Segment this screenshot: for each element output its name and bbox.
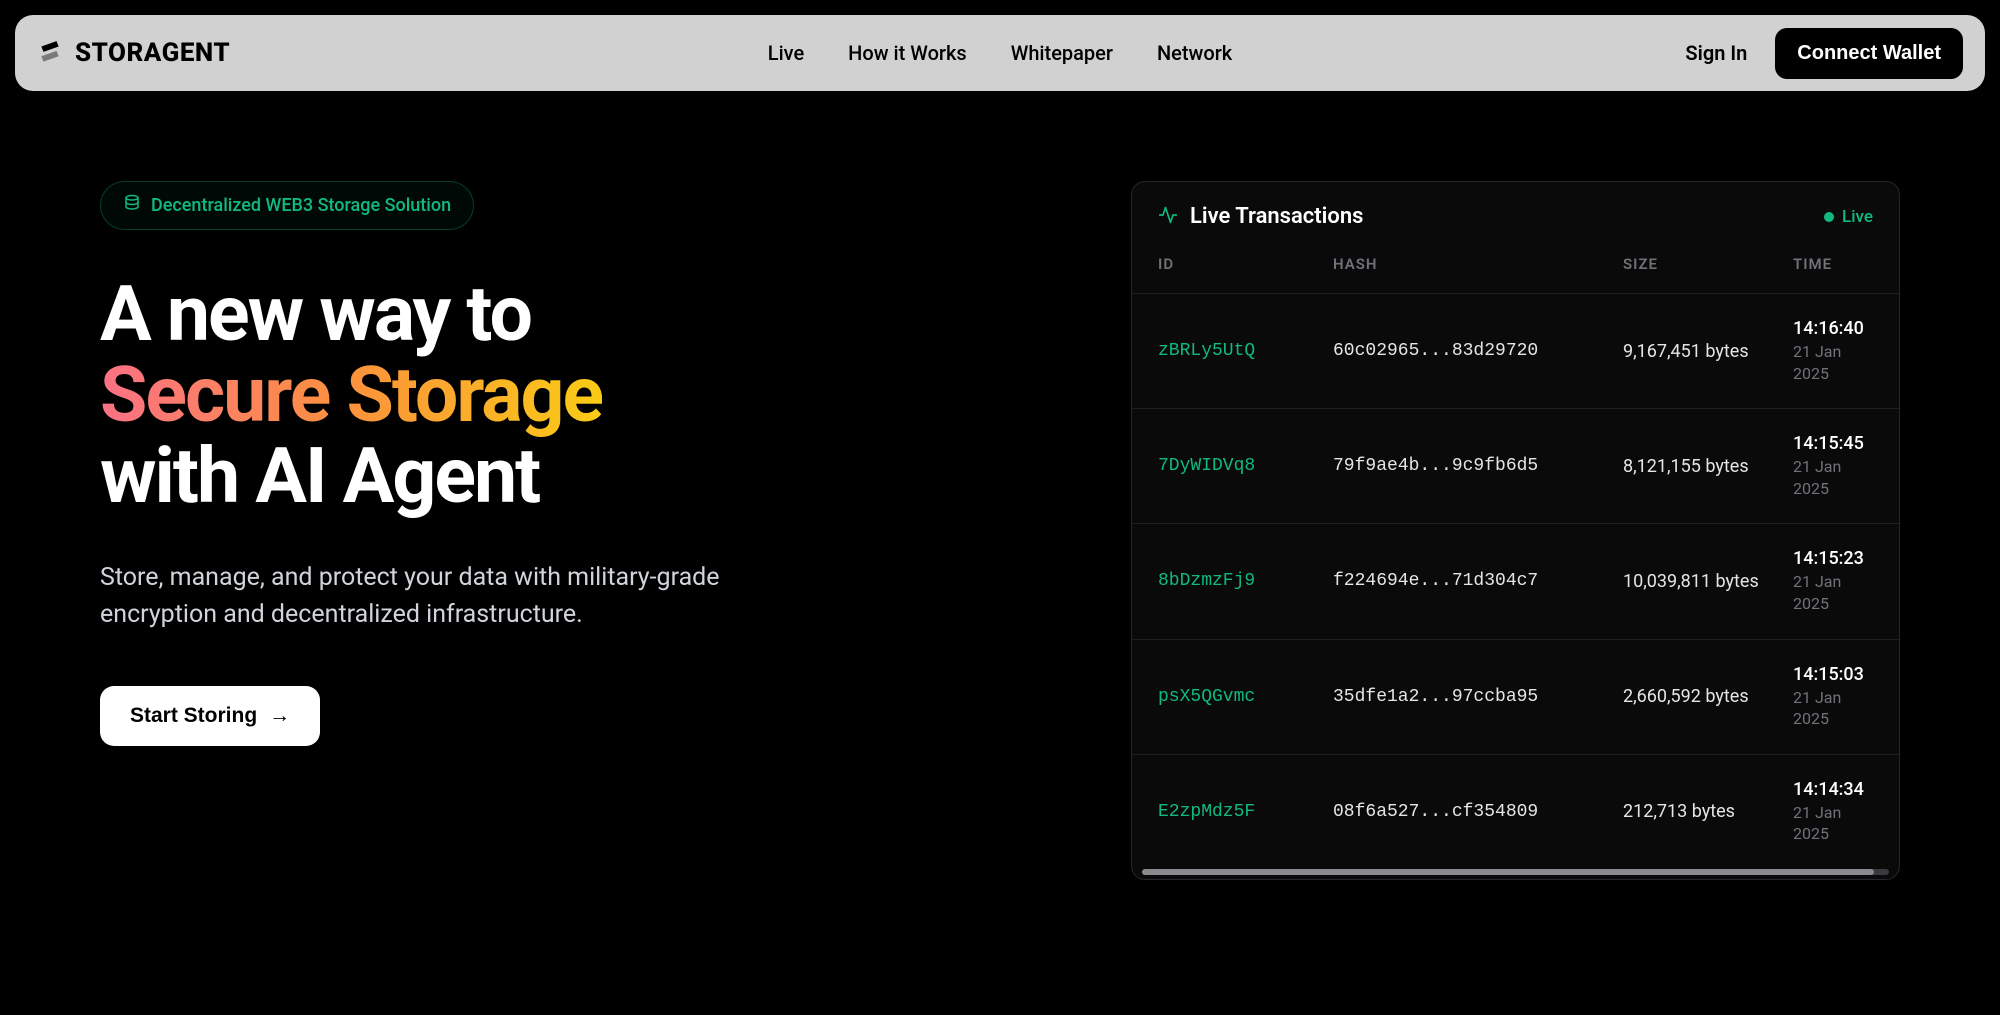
tx-hash: f224694e...71d304c7: [1333, 571, 1623, 591]
nav-whitepaper[interactable]: Whitepaper: [1011, 41, 1113, 65]
database-icon: [123, 194, 141, 217]
table-row[interactable]: psX5QGvmc 35dfe1a2...97ccba95 2,660,592 …: [1132, 639, 1899, 754]
headline-line-2: Secure Storage: [100, 350, 602, 440]
table-row[interactable]: 8bDzmzFj9 f224694e...71d304c7 10,039,811…: [1132, 523, 1899, 638]
tx-date-value: 21 Jan 2025: [1793, 802, 1873, 845]
headline-line-1: A new way to: [100, 269, 531, 359]
main: Decentralized WEB3 Storage Solution A ne…: [0, 91, 2000, 880]
tx-id: 8bDzmzFj9: [1158, 571, 1333, 591]
col-id: ID: [1158, 255, 1333, 273]
panel-title: Live Transactions: [1190, 204, 1363, 229]
tx-time: 14:16:40 21 Jan 2025: [1793, 318, 1873, 384]
tx-hash: 79f9ae4b...9c9fb6d5: [1333, 456, 1623, 476]
activity-icon: [1158, 205, 1178, 229]
tx-date-value: 21 Jan 2025: [1793, 456, 1873, 499]
tx-size: 9,167,451 bytes: [1623, 341, 1793, 362]
scrollbar-thumb[interactable]: [1142, 869, 1874, 875]
tx-hash: 08f6a527...cf354809: [1333, 802, 1623, 822]
hero-headline: A new way to Secure Storage with AI Agen…: [100, 274, 1071, 517]
tx-time-value: 14:15:45: [1793, 433, 1873, 454]
tx-size: 2,660,592 bytes: [1623, 686, 1793, 707]
sign-in-link[interactable]: Sign In: [1685, 41, 1747, 65]
hero-pill: Decentralized WEB3 Storage Solution: [100, 181, 474, 230]
tx-time-value: 14:14:34: [1793, 779, 1873, 800]
connect-wallet-button[interactable]: Connect Wallet: [1775, 28, 1963, 79]
nav-how-it-works[interactable]: How it Works: [848, 41, 967, 65]
header: STORAGENT Live How it Works Whitepaper N…: [15, 15, 1985, 91]
tx-id: E2zpMdz5F: [1158, 802, 1333, 822]
panel-header: Live Transactions Live: [1132, 182, 1899, 249]
col-hash: HASH: [1333, 255, 1623, 273]
hero-pill-text: Decentralized WEB3 Storage Solution: [151, 195, 451, 216]
tx-time: 14:15:03 21 Jan 2025: [1793, 664, 1873, 730]
tx-id: psX5QGvmc: [1158, 687, 1333, 707]
table-row[interactable]: E2zpMdz5F 08f6a527...cf354809 212,713 by…: [1132, 754, 1899, 869]
headline-line-3: with AI Agent: [100, 431, 539, 521]
tx-time: 14:14:34 21 Jan 2025: [1793, 779, 1873, 845]
tx-size: 212,713 bytes: [1623, 801, 1793, 822]
cta-label: Start Storing: [130, 704, 257, 728]
horizontal-scrollbar[interactable]: [1142, 869, 1889, 875]
nav-network[interactable]: Network: [1157, 41, 1232, 65]
arrow-right-icon: →: [269, 704, 290, 728]
live-badge: Live: [1824, 207, 1873, 227]
hero: Decentralized WEB3 Storage Solution A ne…: [100, 181, 1071, 880]
logo-icon: [37, 40, 63, 66]
header-actions: Sign In Connect Wallet: [1685, 28, 1963, 79]
tx-time: 14:15:45 21 Jan 2025: [1793, 433, 1873, 499]
nav: Live How it Works Whitepaper Network: [768, 41, 1232, 65]
table-row[interactable]: zBRLy5UtQ 60c02965...83d29720 9,167,451 …: [1132, 293, 1899, 408]
table-row[interactable]: 7DyWIDVq8 79f9ae4b...9c9fb6d5 8,121,155 …: [1132, 408, 1899, 523]
col-time: TIME: [1793, 255, 1873, 273]
tx-date-value: 21 Jan 2025: [1793, 687, 1873, 730]
col-size: SIZE: [1623, 255, 1793, 273]
tx-hash: 35dfe1a2...97ccba95: [1333, 687, 1623, 707]
brand[interactable]: STORAGENT: [37, 38, 230, 68]
tx-time: 14:15:23 21 Jan 2025: [1793, 548, 1873, 614]
brand-name: STORAGENT: [75, 38, 230, 68]
tx-size: 10,039,811 bytes: [1623, 571, 1793, 592]
tx-id: zBRLy5UtQ: [1158, 341, 1333, 361]
tx-size: 8,121,155 bytes: [1623, 456, 1793, 477]
table-header: ID HASH SIZE TIME: [1132, 249, 1899, 293]
nav-live[interactable]: Live: [768, 41, 804, 65]
tx-hash: 60c02965...83d29720: [1333, 341, 1623, 361]
tx-date-value: 21 Jan 2025: [1793, 341, 1873, 384]
tx-time-value: 14:16:40: [1793, 318, 1873, 339]
start-storing-button[interactable]: Start Storing →: [100, 686, 320, 746]
live-transactions-panel: Live Transactions Live ID HASH SIZE TIME…: [1131, 181, 1900, 880]
live-dot-icon: [1824, 212, 1834, 222]
tx-time-value: 14:15:23: [1793, 548, 1873, 569]
hero-subtext: Store, manage, and protect your data wit…: [100, 559, 800, 634]
live-badge-text: Live: [1842, 207, 1873, 227]
tx-time-value: 14:15:03: [1793, 664, 1873, 685]
tx-date-value: 21 Jan 2025: [1793, 571, 1873, 614]
tx-id: 7DyWIDVq8: [1158, 456, 1333, 476]
